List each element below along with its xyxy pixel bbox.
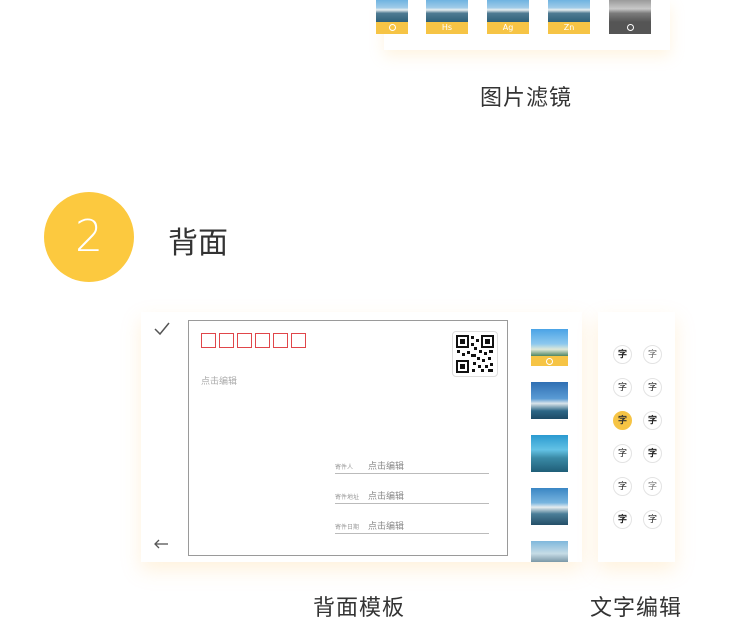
font-option[interactable]: 字 (643, 378, 662, 397)
font-option[interactable]: 字 (643, 345, 662, 364)
font-option[interactable]: 字 (643, 411, 662, 430)
text-edit-caption: 文字编辑 (590, 596, 683, 621)
selected-ring-icon (388, 24, 396, 31)
back-template-caption: 背面模板 (313, 596, 406, 621)
check-icon[interactable] (153, 320, 171, 338)
postcard-back[interactable]: 点击编辑 寄件人 点击编辑 寄件地址 点击编辑 寄件日期 点击编辑 (188, 320, 508, 556)
template-thumb[interactable] (531, 382, 568, 419)
filter-thumb-bw[interactable] (609, 0, 651, 34)
template-thumb[interactable] (531, 488, 568, 525)
sender-address-label: 寄件地址 (335, 494, 360, 501)
zip-code-boxes[interactable] (201, 333, 309, 352)
text-edit-panel: 字 字 字 字 字 字 字 字 字 字 字 字 (598, 312, 675, 562)
filter-strip: Hs Ag Zn (376, 0, 670, 50)
font-option[interactable]: 字 (613, 378, 632, 397)
font-option[interactable]: 字 (613, 477, 632, 496)
sender-date-field[interactable]: 寄件日期 点击编辑 (335, 519, 489, 534)
section-title: 背面 (168, 226, 228, 261)
font-option[interactable]: 字 (643, 510, 662, 529)
filter-label: Ag (487, 22, 529, 34)
sender-name-value: 点击编辑 (368, 462, 405, 472)
template-thumb[interactable] (531, 541, 568, 562)
filter-label: Zn (548, 22, 590, 34)
filter-thumb-original[interactable] (376, 0, 408, 34)
sender-address-value: 点击编辑 (368, 492, 405, 502)
sender-date-value: 点击编辑 (368, 522, 405, 532)
message-edit-hint[interactable]: 点击编辑 (201, 374, 237, 387)
font-option[interactable]: 字 (643, 477, 662, 496)
selected-ring-icon (626, 24, 634, 31)
template-thumb[interactable] (531, 435, 568, 472)
filter-thumb-hs[interactable]: Hs (426, 0, 468, 34)
font-option[interactable]: 字 (613, 345, 632, 364)
filter-thumb-zn[interactable]: Zn (548, 0, 590, 34)
back-arrow-icon[interactable] (153, 537, 169, 551)
font-option[interactable]: 字 (613, 444, 632, 463)
qr-code-icon (452, 331, 498, 377)
font-option-selected[interactable]: 字 (613, 411, 632, 430)
sender-address-field[interactable]: 寄件地址 点击编辑 (335, 489, 489, 504)
sender-name-field[interactable]: 寄件人 点击编辑 (335, 459, 489, 474)
back-template-panel: 点击编辑 寄件人 点击编辑 寄件地址 点击编辑 寄件日期 点击编辑 (141, 312, 582, 562)
font-option[interactable]: 字 (613, 510, 632, 529)
template-thumb[interactable] (531, 329, 568, 366)
font-option[interactable]: 字 (643, 444, 662, 463)
sender-name-label: 寄件人 (335, 464, 354, 471)
selected-ring-icon (546, 358, 553, 365)
filter-label: Hs (426, 22, 468, 34)
filter-caption: 图片滤镜 (480, 86, 573, 111)
step-number-badge: 2 (44, 192, 134, 282)
filter-thumb-ag[interactable]: Ag (487, 0, 529, 34)
sender-date-label: 寄件日期 (335, 524, 360, 531)
